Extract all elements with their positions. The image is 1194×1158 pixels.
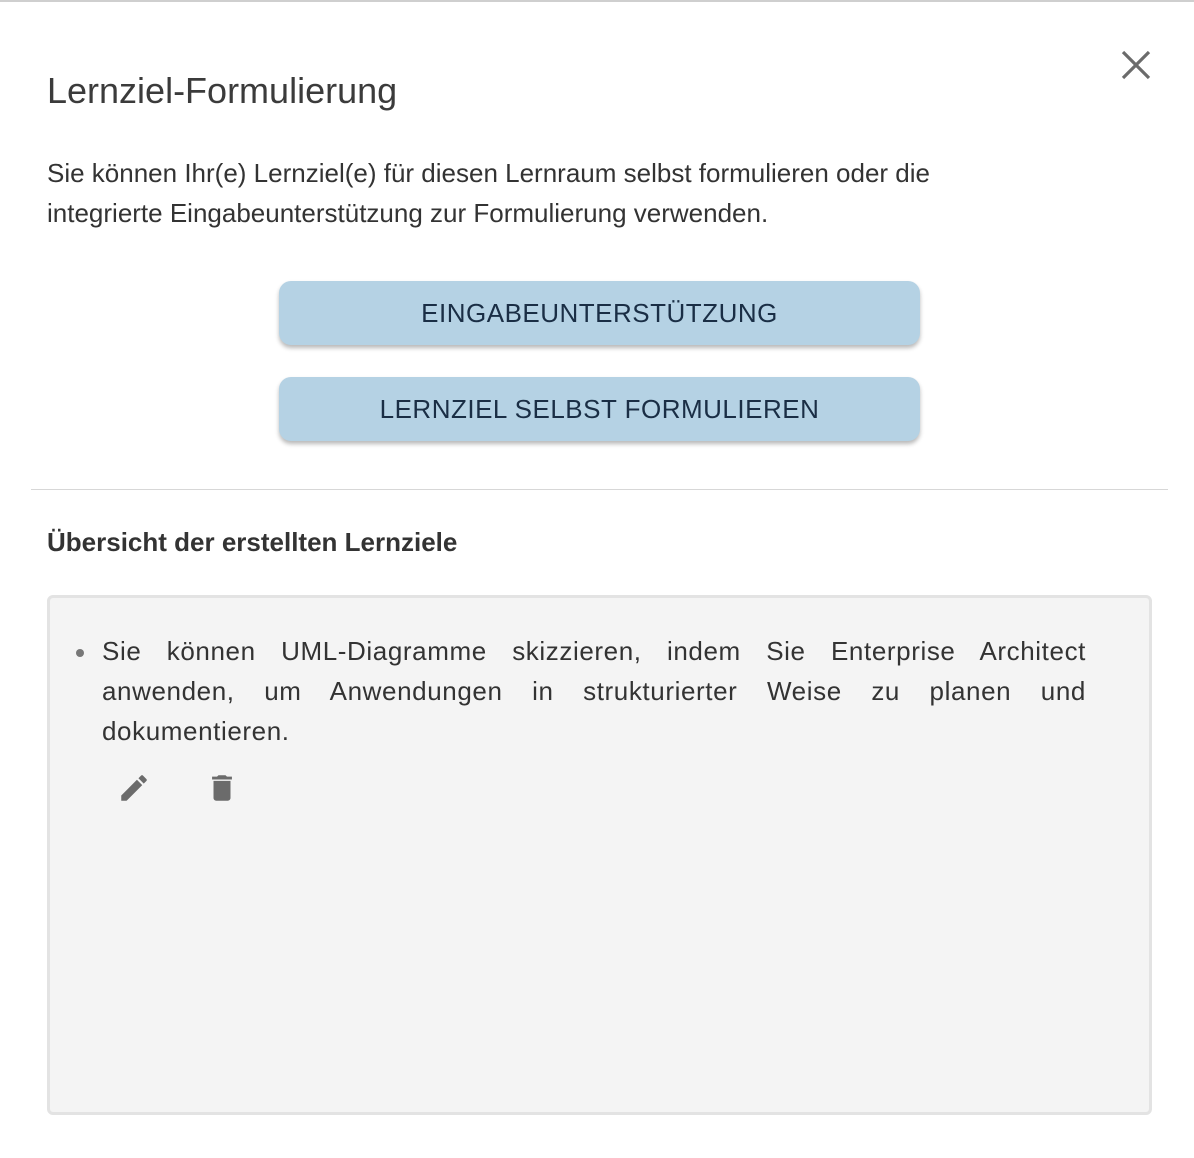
edit-goal-button[interactable] xyxy=(116,770,152,806)
bullet-icon xyxy=(76,649,84,657)
close-icon xyxy=(1121,50,1151,80)
learning-goal-dialog: Lernziel-Formulierung Sie können Ihr(e) … xyxy=(0,0,1194,1158)
input-assistance-button[interactable]: EINGABEUNTERSTÜTZUNG xyxy=(279,281,920,345)
formulate-goal-button[interactable]: LERNZIEL SELBST FORMULIEREN xyxy=(279,377,920,441)
trash-icon xyxy=(212,775,232,801)
goal-actions xyxy=(116,770,240,806)
close-button[interactable] xyxy=(1116,45,1156,85)
delete-goal-button[interactable] xyxy=(204,770,240,806)
dialog-title: Lernziel-Formulierung xyxy=(47,70,398,111)
dialog-description: Sie können Ihr(e) Lernziel(e) für diesen… xyxy=(47,158,930,228)
list-item: Sie können UML-Diagramme skizzieren, ind… xyxy=(74,631,1110,751)
goals-list: Sie können UML-Diagramme skizzieren, ind… xyxy=(47,595,1152,1115)
pencil-icon xyxy=(121,775,147,801)
goal-text: Sie können UML-Diagramme skizzieren, ind… xyxy=(102,636,1086,746)
overview-heading: Übersicht der erstellten Lernziele xyxy=(47,527,458,557)
section-divider xyxy=(31,489,1168,490)
